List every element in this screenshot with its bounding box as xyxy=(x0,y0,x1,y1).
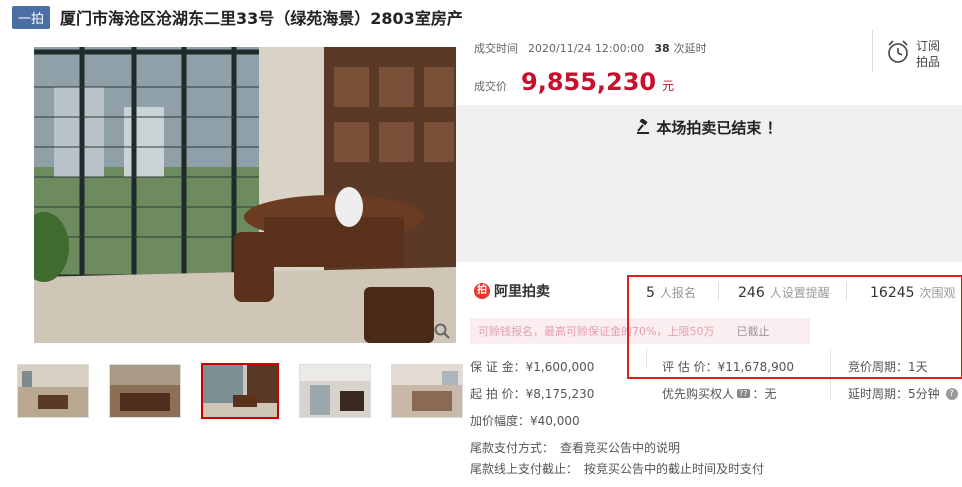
deal-time-label: 成交时间 xyxy=(474,42,518,55)
tail-payment-deadline-value[interactable]: 按竞买公告中的截止时间及时支付 xyxy=(584,460,764,477)
help-icon[interactable]: ? xyxy=(945,387,958,400)
thumbnail-3-selected[interactable] xyxy=(201,363,279,419)
priority-buyer-value: ：无 xyxy=(752,387,777,401)
alarm-clock-icon xyxy=(886,39,910,69)
priority-buyer-row: 优先购买权人 ?? ：无 xyxy=(662,385,777,402)
tail-payment-method-value[interactable]: 查看竞买公告中的说明 xyxy=(560,439,680,456)
increment-value: ¥40,000 xyxy=(530,413,580,428)
extend-period-row: 延时周期： 5分钟 ? xyxy=(848,385,958,402)
title-row: 一拍 厦门市海沧区沧湖东二里33号（绿苑海景）2803室房产 xyxy=(12,5,463,29)
delay-count: 38 xyxy=(654,41,670,55)
subscribe-label-line2: 拍品 xyxy=(916,55,941,69)
thumbnail-strip xyxy=(17,363,483,419)
deal-time-row: 成交时间 2020/11/24 12:00:00 38 次延时 xyxy=(474,40,707,56)
increment-row: 加价幅度： ¥40,000 xyxy=(470,412,580,429)
deposit-label: 保 证 金： xyxy=(470,360,526,374)
thumbnail-1[interactable] xyxy=(17,364,89,418)
zoom-icon[interactable] xyxy=(434,323,450,343)
tail-payment-deadline-label: 尾款线上支付截止： xyxy=(470,462,579,476)
ali-auction-logo-icon: 拍 xyxy=(474,283,490,299)
priority-buyer-tag: ?? xyxy=(737,389,750,398)
room-photo-illustration xyxy=(34,47,456,343)
delay-label: 次延时 xyxy=(673,42,707,55)
deal-price-unit: 元 xyxy=(662,79,675,93)
start-price-label: 起 拍 价： xyxy=(470,387,526,401)
subscribe-divider xyxy=(872,30,873,72)
deposit-value: ¥1,600,000 xyxy=(525,359,595,374)
priority-buyer-label: 优先购买权人 xyxy=(662,387,735,401)
thumbnail-2[interactable] xyxy=(109,364,181,418)
extend-period-value: 5分钟 xyxy=(908,387,940,401)
platform-logo: 拍 阿里拍卖 xyxy=(474,281,550,301)
extend-period-label: 延时周期： xyxy=(848,387,909,401)
gavel-icon xyxy=(636,117,652,139)
auction-ended-panel: 本场拍卖已结束 ！ xyxy=(456,105,962,262)
start-price-row: 起 拍 价： ¥8,175,230 xyxy=(470,385,594,402)
main-property-image[interactable] xyxy=(34,47,456,343)
tail-payment-method-label: 尾款支付方式： xyxy=(470,441,555,455)
subscribe-label-line1: 订阅 xyxy=(916,39,941,53)
auction-ended-message: 本场拍卖已结束 ！ xyxy=(456,117,962,139)
tail-payment-method-row: 尾款支付方式： 查看竞买公告中的说明 xyxy=(470,439,680,456)
deal-price-value: 9,855,230 xyxy=(521,68,657,96)
auction-round-badge: 一拍 xyxy=(12,5,51,29)
deposit-row: 保 证 金： ¥1,600,000 xyxy=(470,358,594,375)
tail-payment-deadline-row: 尾款线上支付截止： 按竞买公告中的截止时间及时支付 xyxy=(470,460,764,477)
subscribe-label: 订阅 拍品 xyxy=(916,38,944,70)
page-title: 厦门市海沧区沧湖东二里33号（绿苑海景）2803室房产 xyxy=(60,9,463,28)
start-price-value: ¥8,175,230 xyxy=(525,386,595,401)
subscribe-button[interactable]: 订阅 拍品 xyxy=(886,38,944,70)
increment-label: 加价幅度： xyxy=(470,414,531,428)
thumbnail-5[interactable] xyxy=(391,364,463,418)
thumbnail-4[interactable] xyxy=(299,364,371,418)
highlight-box xyxy=(627,275,962,379)
deal-time-value: 2020/11/24 12:00:00 xyxy=(528,41,645,55)
deal-price-label: 成交价 xyxy=(474,80,507,93)
deal-price-row: 成交价 9,855,230 元 xyxy=(474,68,674,96)
platform-name: 阿里拍卖 xyxy=(494,284,550,300)
auction-ended-text: 本场拍卖已结束 ！ xyxy=(656,119,782,137)
